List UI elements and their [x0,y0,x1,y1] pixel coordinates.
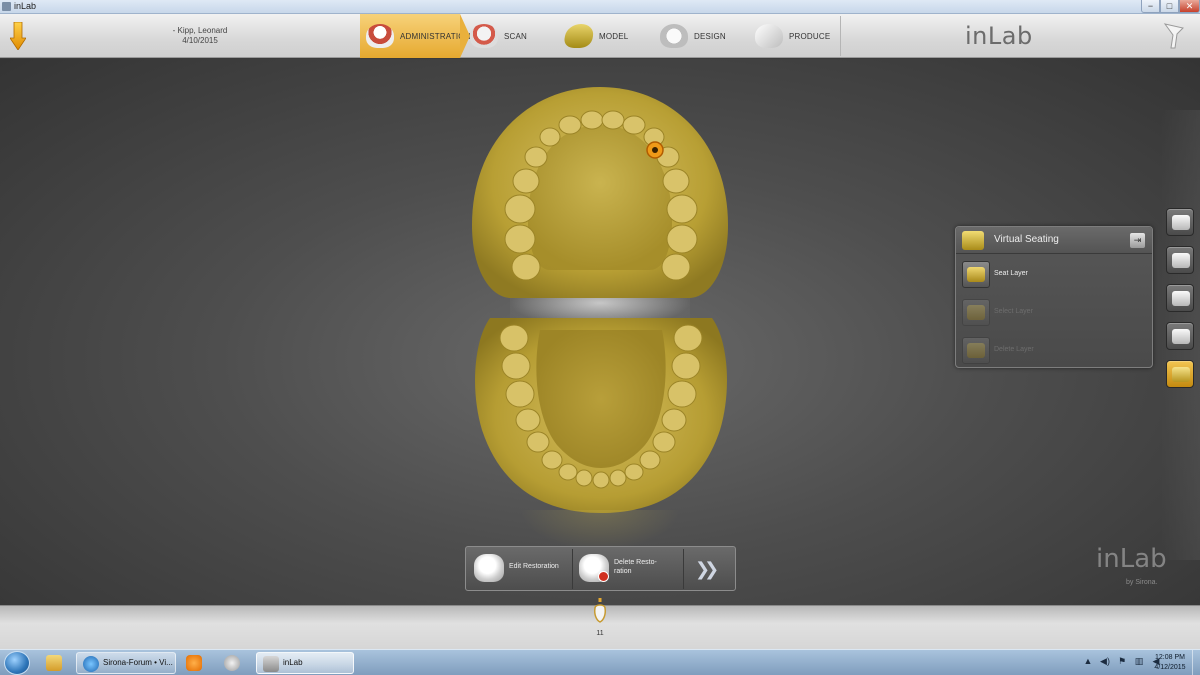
virtual-seating-panel: Virtual Seating ⇥ Seat Layer Select Laye… [955,226,1153,368]
inlab-watermark: inLab [1096,544,1167,574]
lower-jaw-model[interactable] [470,310,732,515]
virtual-seating-icon [962,231,984,250]
maximize-button[interactable]: □ [1160,0,1179,13]
patient-date: 4/10/2015 [182,36,218,45]
taskbar-media-player[interactable] [180,652,210,674]
media-player-icon [186,655,202,671]
edit-restoration-label: Edit Restoration [509,563,559,570]
taskbar-tool[interactable] [218,652,248,674]
edit-restoration-button[interactable]: Edit Restoration [469,549,573,589]
inlab-logo: inLab [965,22,1033,50]
step-scan[interactable]: SCAN [470,14,560,58]
internet-explorer-icon [83,656,99,672]
close-button[interactable]: ✕ [1179,0,1200,13]
taskbar-clock[interactable]: 12:08 PM 4/12/2015 [1148,653,1192,673]
step-administration[interactable]: ADMINISTRATION [360,14,470,58]
delete-label-line1: Delete Resto- [614,559,657,566]
taskbar-inlab[interactable]: inLab [256,652,354,674]
model-tray-icon [1172,291,1190,306]
clock-date: 4/12/2015 [1154,664,1186,671]
tooth-icon[interactable] [592,598,608,626]
taskbar-ie-label: Sirona-Forum • Vi... [103,658,173,667]
step-label: PRODUCE [789,31,831,41]
app-icon [2,2,11,11]
window-title-bar: inLab − □ ✕ [0,0,1200,14]
snipping-tool-icon [224,655,240,671]
workflow-steps: ADMINISTRATION SCAN MODEL DESIGN PRODUCE [360,14,840,58]
delete-layer-button[interactable]: Delete Layer [960,334,1150,368]
taskbar-explorer[interactable] [40,652,72,674]
folder-icon [46,655,62,671]
step-label: MODEL [599,31,629,41]
double-chevron-right-icon: ❯❯ [695,559,719,579]
crown-icon [1172,215,1190,230]
administration-icon [366,24,394,48]
select-layer-icon [962,299,990,326]
show-desktop-button[interactable] [1192,650,1200,675]
step-label: SCAN [504,31,528,41]
cut-icon [1172,329,1190,344]
model-reflection [520,510,680,550]
upper-jaw-model[interactable] [470,85,730,300]
model-icon [562,24,596,48]
step-design[interactable]: DESIGN [660,14,750,58]
restoration-toolbar: Edit Restoration Delete Resto- ration ❯❯ [465,546,736,591]
seat-layer-icon [962,261,990,288]
side-tool-restoration-button[interactable] [1166,208,1194,236]
select-layer-label: Select Layer [994,308,1033,315]
inlab-app-icon [263,656,279,672]
sirona-watermark: by Sirona. [1126,579,1158,586]
edit-restoration-icon [474,554,504,582]
taskbar-inlab-label: inLab [283,658,303,667]
action-center-icon[interactable]: ⚑ [1117,655,1127,667]
start-button[interactable] [4,651,30,675]
delete-badge-icon [598,571,609,582]
scan-icon [470,24,498,48]
volume-icon[interactable]: ◀) [1100,655,1110,667]
tooth-number: 11 [596,630,604,637]
delete-restoration-label: Delete Resto- ration [614,558,657,576]
tray-expand-icon[interactable]: ▲ [1083,655,1093,667]
design-icon [660,24,688,48]
patient-name: - Kipp, Leonard [172,26,228,35]
delete-layer-label: Delete Layer [994,346,1034,353]
step-label: ADMINISTRATION [400,31,471,41]
patient-info: - Kipp, Leonard 4/10/2015 [150,26,250,46]
step-produce[interactable]: PRODUCE [755,14,845,58]
bridge-icon [1172,253,1190,268]
side-tool-bridge-button[interactable] [1166,246,1194,274]
side-tool-cut-button[interactable] [1166,322,1194,350]
virtual-seating-icon [1172,367,1190,382]
seat-layer-label: Seat Layer [994,270,1028,277]
step-model[interactable]: MODEL [562,14,655,58]
delete-label-line2: ration [614,568,632,575]
minimize-button[interactable]: − [1141,0,1160,13]
side-tool-virtual-seating-button[interactable] [1166,360,1194,388]
window-title: inLab [14,1,37,11]
select-layer-button[interactable]: Select Layer [960,296,1150,330]
back-arrow-icon[interactable] [10,22,26,50]
seat-layer-button[interactable]: Seat Layer [960,258,1150,292]
produce-icon [755,24,783,48]
main-toolbar: - Kipp, Leonard 4/10/2015 ADMINISTRATION… [0,14,1200,58]
panel-header: Virtual Seating ⇥ [956,227,1152,254]
toolbar-divider [840,16,841,56]
panel-pin-button[interactable]: ⇥ [1130,233,1145,248]
next-step-button[interactable]: ❯❯ [685,549,733,589]
panel-title: Virtual Seating [994,234,1059,245]
side-tool-model-button[interactable] [1166,284,1194,312]
delete-layer-icon [962,337,990,364]
delete-restoration-button[interactable]: Delete Resto- ration [574,549,684,589]
tools-menu-icon[interactable] [1162,22,1186,50]
step-label: DESIGN [694,31,726,41]
clock-time: 12:08 PM [1155,654,1185,661]
network-icon[interactable]: ▥ [1134,655,1144,667]
windows-taskbar: Sirona-Forum • Vi... inLab ▲ ◀) ⚑ ▥ ◀ 12… [0,649,1200,675]
taskbar-internet-explorer[interactable]: Sirona-Forum • Vi... [76,652,176,674]
